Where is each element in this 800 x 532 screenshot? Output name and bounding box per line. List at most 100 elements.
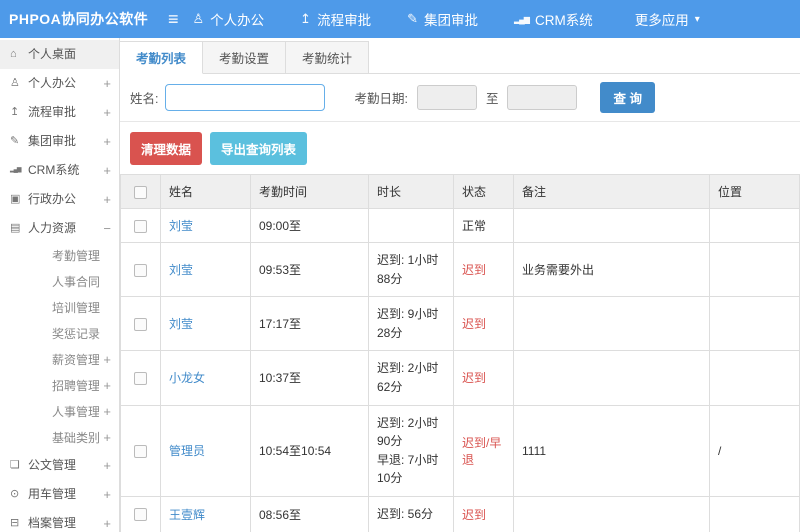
sidebar-item-label: 薪资管理 <box>52 353 100 367</box>
sidebar-item[interactable]: ⊟ 档案管理 + <box>0 509 119 532</box>
status-badge: 迟到 <box>462 371 487 386</box>
sidebar-item[interactable]: ⌂ 个人桌面 <box>0 40 119 69</box>
sidebar-item[interactable]: 考勤管理 <box>0 243 119 269</box>
status-cell: 迟到/早退 <box>453 404 514 497</box>
sidebar-item[interactable]: 基础类别设置 + <box>0 425 119 451</box>
location-cell <box>709 495 800 532</box>
duration-late-line: 迟到: 2小时62分 <box>377 361 439 394</box>
tab[interactable]: 考勤统计 <box>286 41 370 74</box>
main-content: 考勤列表 考勤设置 考勤统计 姓名: 考勤日期: 至 查 询 清理数据 导出查询… <box>120 38 800 532</box>
clean-data-button[interactable]: 清理数据 <box>130 132 203 165</box>
note-cell: 1111 <box>513 404 710 497</box>
select-all-checkbox[interactable] <box>134 185 147 199</box>
employee-name-link[interactable]: 刘莹 <box>169 219 193 233</box>
top-nav-item[interactable]: 更多应用 ▾ <box>629 9 700 29</box>
sidebar-item-expand-toggle[interactable]: − <box>99 214 111 243</box>
row-checkbox-cell <box>120 404 161 497</box>
status-badge: 迟到 <box>462 263 487 278</box>
date-to-input[interactable] <box>507 85 578 110</box>
table-header-row: 姓名 考勤时间 时长 状态 备注 位置 <box>120 174 800 209</box>
sidebar-item-expand-toggle[interactable]: + <box>99 127 111 156</box>
column-header: 时长 <box>368 174 454 209</box>
status-cell: 迟到 <box>453 350 514 406</box>
sidebar-item-label: 奖惩记录 <box>52 327 101 341</box>
sidebar-item-label: 档案管理 <box>28 516 77 530</box>
row-checkbox-cell <box>120 241 161 298</box>
sidebar-item-icon: ❏ <box>10 459 20 471</box>
export-list-button[interactable]: 导出查询列表 <box>210 132 308 165</box>
sidebar-item-expand-toggle[interactable]: + <box>99 347 111 373</box>
hamburger-menu-icon[interactable]: ≡ <box>162 9 193 30</box>
table-header: 姓名 考勤时间 时长 状态 备注 位置 <box>120 174 800 209</box>
sidebar-item[interactable]: 招聘管理 + <box>0 373 119 399</box>
top-navbar: PHPOA协同办公软件 ≡ ♙ 个人办公 ↥ 流程审批 ✎ 集团审批 ▂▄▆ C… <box>0 0 800 38</box>
sidebar-item-label: 集团审批 <box>28 134 77 148</box>
column-header: 考勤时间 <box>250 174 369 209</box>
tab[interactable]: 考勤列表 <box>120 41 204 74</box>
name-search-input[interactable] <box>165 84 326 111</box>
sidebar-item-label: 个人桌面 <box>28 47 77 61</box>
attendance-table: 姓名 考勤时间 时长 状态 备注 位置 刘莹 09:00至 正常 刘莹 09:5… <box>120 174 800 532</box>
top-nav-item-icon: ✎ <box>407 11 418 26</box>
top-nav-item[interactable]: ♙ 个人办公 <box>193 9 271 29</box>
sidebar-item-label: 个人办公 <box>28 76 77 90</box>
sidebar-item[interactable]: 人事管理 + <box>0 399 119 425</box>
sidebar-item[interactable]: ▂▄▆ CRM系统 + <box>0 156 119 185</box>
employee-name-link[interactable]: 管理员 <box>169 444 205 458</box>
sidebar-item[interactable]: 薪资管理 + <box>0 347 119 373</box>
row-checkbox[interactable] <box>134 508 147 522</box>
tab-strip: 考勤列表 考勤设置 考勤统计 <box>120 38 800 74</box>
sidebar-item[interactable]: ❏ 公文管理 + <box>0 451 119 480</box>
column-header: 姓名 <box>160 174 251 209</box>
top-nav-item[interactable]: ↥ 流程审批 <box>300 9 377 29</box>
sidebar-item-expand-toggle[interactable]: + <box>99 156 111 185</box>
sidebar-item-label: 行政办公 <box>28 192 77 206</box>
duration-late-line: 迟到: 2小时90分 <box>377 415 439 449</box>
date-from-input[interactable] <box>416 85 477 110</box>
row-checkbox[interactable] <box>134 219 147 233</box>
employee-name-link[interactable]: 刘莹 <box>169 317 193 331</box>
sidebar-item-expand-toggle[interactable]: + <box>99 425 111 451</box>
action-buttons: 清理数据 导出查询列表 <box>120 122 800 174</box>
app-window: PHPOA协同办公软件 ≡ ♙ 个人办公 ↥ 流程审批 ✎ 集团审批 ▂▄▆ C… <box>0 0 800 532</box>
sidebar-item-expand-toggle[interactable]: + <box>99 480 111 509</box>
sidebar-item-expand-toggle[interactable]: + <box>99 98 111 127</box>
sidebar-item[interactable]: 培训管理 <box>0 295 119 321</box>
sidebar-item-expand-toggle[interactable]: + <box>99 451 111 480</box>
employee-name-link[interactable]: 小龙女 <box>169 371 205 385</box>
top-nav-item[interactable]: ▂▄▆ CRM系统 <box>514 9 599 29</box>
row-checkbox[interactable] <box>134 444 147 458</box>
sidebar-item-icon: ⌂ <box>10 48 17 60</box>
employee-name-link[interactable]: 王壹辉 <box>169 508 205 522</box>
row-checkbox[interactable] <box>134 372 147 386</box>
sidebar-item-expand-toggle[interactable]: + <box>99 373 111 399</box>
body-row: ⌂ 个人桌面 ♙ 个人办公 + ↥ 流程审批 + ✎ 集团审批 + ▂▄▆ CR… <box>0 38 800 532</box>
sidebar-item[interactable]: ⊙ 用车管理 + <box>0 480 119 509</box>
row-checkbox[interactable] <box>134 263 147 277</box>
sidebar-item[interactable]: 人事合同 <box>0 269 119 295</box>
employee-name-link[interactable]: 刘莹 <box>169 263 193 277</box>
sidebar-item-expand-toggle[interactable]: + <box>99 399 111 425</box>
row-checkbox-cell <box>120 208 161 243</box>
sidebar-item-label: 人事管理 <box>52 405 100 419</box>
top-nav-item[interactable]: ✎ 集团审批 <box>407 9 484 29</box>
tab[interactable]: 考勤设置 <box>203 41 287 74</box>
top-nav-item-label: 个人办公 <box>210 13 265 28</box>
location-cell <box>709 350 800 406</box>
note-cell <box>513 296 710 352</box>
sidebar-item[interactable]: ✎ 集团审批 + <box>0 127 119 156</box>
sidebar-item[interactable]: ▤ 人力资源 − <box>0 214 119 243</box>
location-cell <box>709 241 800 298</box>
query-button[interactable]: 查 询 <box>600 82 655 113</box>
row-checkbox-cell <box>120 350 161 406</box>
sidebar-item-expand-toggle[interactable]: + <box>99 185 111 214</box>
sidebar-item[interactable]: ▣ 行政办公 + <box>0 185 119 214</box>
status-badge: 正常 <box>462 219 487 233</box>
attendance-time-cell: 17:17至 <box>250 296 369 352</box>
sidebar-item[interactable]: ♙ 个人办公 + <box>0 69 119 98</box>
sidebar-item-expand-toggle[interactable]: + <box>99 69 111 98</box>
row-checkbox[interactable] <box>134 317 147 331</box>
sidebar-item-expand-toggle[interactable]: + <box>99 509 111 532</box>
sidebar-item[interactable]: 奖惩记录 <box>0 321 119 347</box>
sidebar-item[interactable]: ↥ 流程审批 + <box>0 98 119 127</box>
